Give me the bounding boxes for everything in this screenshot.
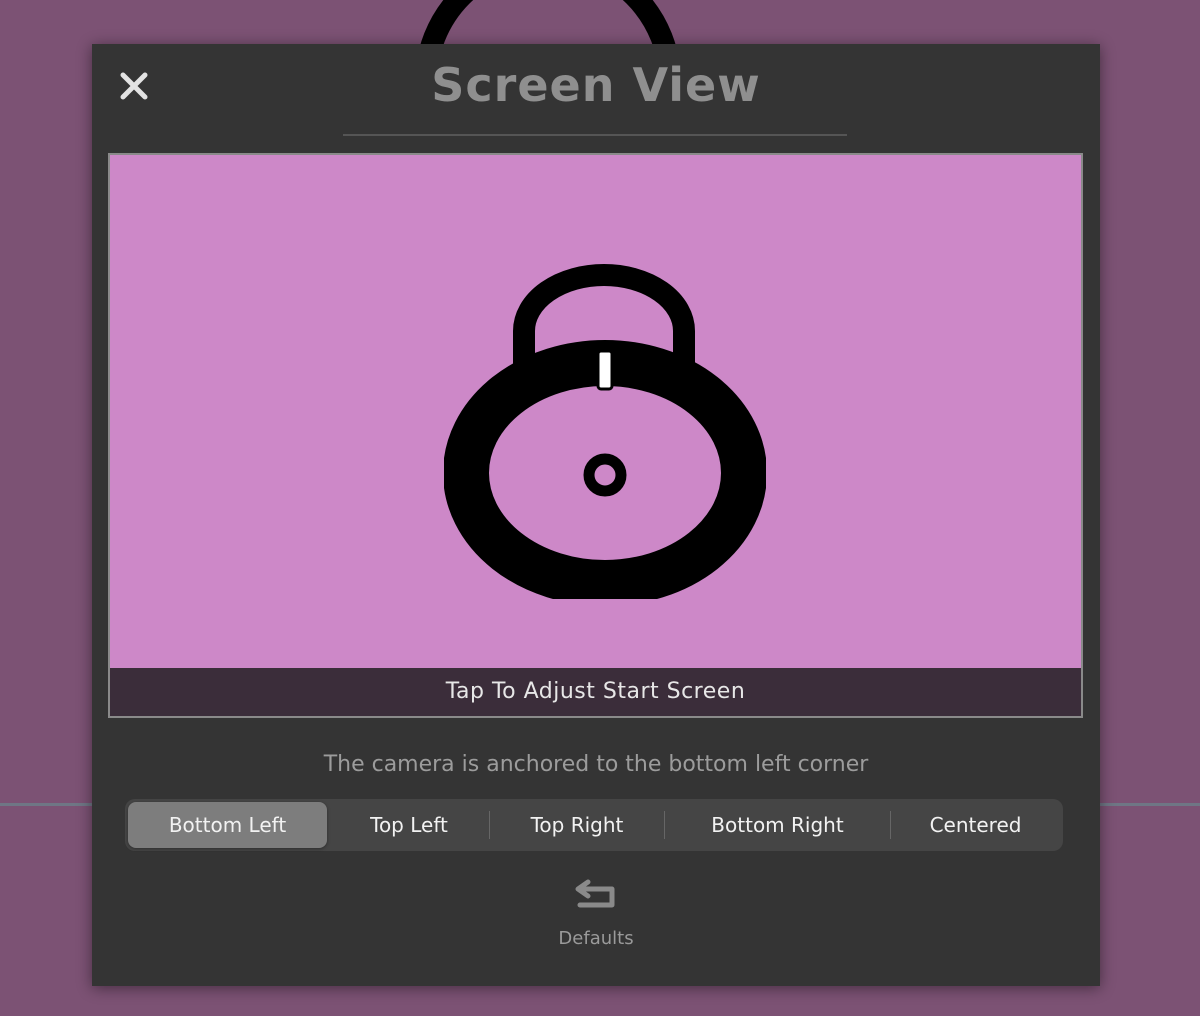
undo-arrow-icon [575,879,615,908]
title-underline [343,134,847,136]
anchor-option-top-left[interactable]: Top Left [329,802,489,848]
preview-caption: Tap To Adjust Start Screen [110,668,1081,716]
defaults-button[interactable] [574,877,618,911]
dialog-title: Screen View [431,58,761,112]
start-screen-preview[interactable]: Tap To Adjust Start Screen [108,153,1083,718]
anchor-option-bottom-left[interactable]: Bottom Left [128,802,327,848]
anchor-segmented-control: Bottom Left Top Left Top Right Bottom Ri… [125,799,1063,851]
anchor-hint-text: The camera is anchored to the bottom lef… [323,752,869,777]
anchor-option-centered[interactable]: Centered [891,802,1060,848]
screen-view-dialog: Screen View Tap To Adjust Start Screen T… [92,44,1100,986]
defaults-label[interactable]: Defaults [92,928,1100,949]
anchor-option-top-right[interactable]: Top Right [490,802,664,848]
anchor-option-bottom-right[interactable]: Bottom Right [665,802,890,848]
padlock-icon [444,264,766,599]
